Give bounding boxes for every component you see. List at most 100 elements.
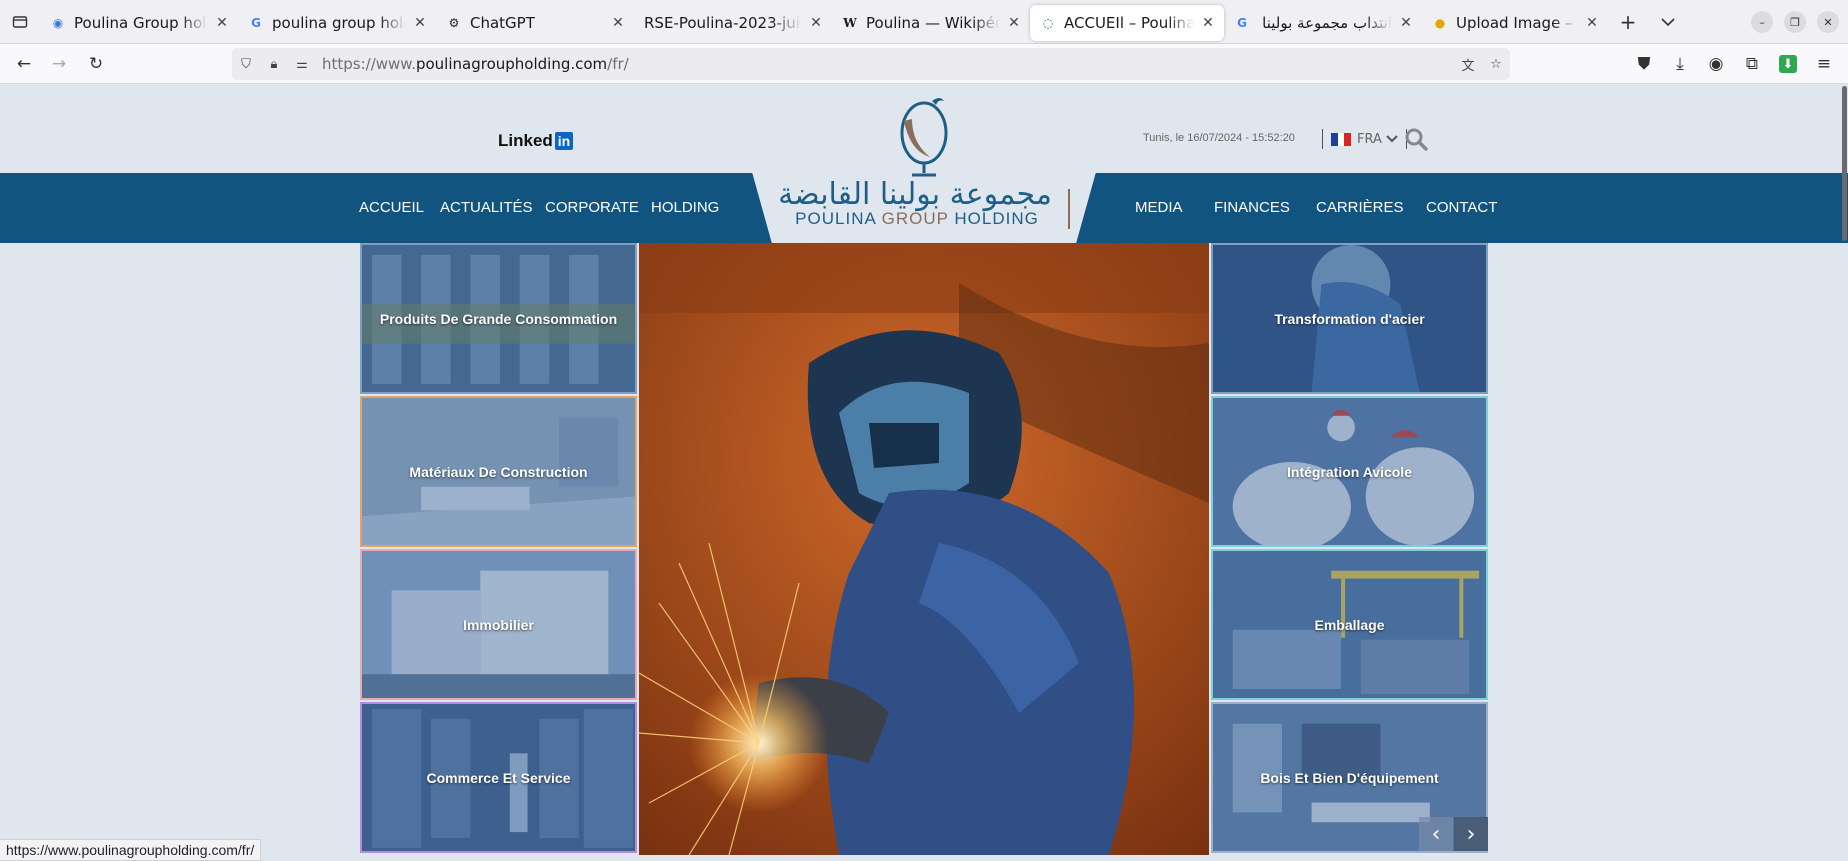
navigation-toolbar: ← → ↻ ⛉ 🔒︎ ⚌ https://www.poulinagrouphol…	[0, 44, 1848, 84]
logo-word-group: GROUP	[881, 209, 955, 228]
nav-media[interactable]: MEDIA	[1135, 173, 1183, 243]
poulina-logo-icon[interactable]	[882, 93, 962, 181]
close-tab-icon[interactable]: ✕	[1006, 15, 1022, 31]
tab[interactable]: W Poulina — Wikipédia ✕	[832, 5, 1030, 41]
chatgpt-icon: ⚙	[448, 15, 460, 30]
tab[interactable]: ● Upload Image – remo ✕	[1422, 5, 1608, 41]
close-tab-icon[interactable]: ✕	[1398, 15, 1414, 31]
back-arrow-icon: ←	[16, 54, 32, 74]
page-scrollbar[interactable]	[1842, 86, 1847, 241]
tile-label: Transformation d'acier	[1274, 310, 1425, 327]
linkedin-link[interactable]: Linked in	[498, 131, 574, 151]
logo-divider	[1068, 189, 1070, 229]
tab-overflow-button[interactable]	[1648, 0, 1688, 44]
hamburger-menu-icon: ≡	[1816, 54, 1832, 74]
extensions-button[interactable]: ⧉	[1740, 52, 1764, 76]
nav-accueil[interactable]: ACCUEIL	[359, 173, 424, 243]
tile-produits-grande-consommation[interactable]: Produits De Grande Consommation	[360, 243, 637, 394]
green-download-icon: ⬇	[1779, 55, 1797, 73]
welder-illustration	[639, 243, 1209, 855]
tab-bar: ◉ Poulina Group holdin ✕ G poulina group…	[0, 0, 1848, 44]
language-selector[interactable]: FRA	[1322, 129, 1407, 149]
tile-immobilier[interactable]: Immobilier	[360, 549, 637, 700]
slider-next-button[interactable]: ›	[1454, 817, 1488, 851]
nav-carrieres[interactable]: CARRIÈRES	[1316, 173, 1404, 243]
close-tab-icon[interactable]: ✕	[1200, 15, 1216, 31]
close-tab-icon[interactable]: ✕	[610, 15, 626, 31]
forward-button[interactable]: →	[47, 52, 71, 76]
nav-corporate[interactable]: CORPORATE	[545, 173, 639, 243]
plus-icon: +	[1619, 9, 1637, 34]
permissions-icon[interactable]: ⚌	[288, 57, 316, 72]
google-icon: G	[251, 15, 261, 30]
new-tab-button[interactable]: +	[1608, 0, 1648, 44]
tile-transformation-acier[interactable]: Transformation d'acier	[1211, 243, 1488, 394]
pocket-icon: ⛊	[1637, 54, 1651, 74]
tile-label: Intégration Avicole	[1287, 463, 1412, 480]
tabs-list-icon	[12, 15, 28, 28]
account-icon: ◉	[1708, 54, 1724, 74]
close-tab-icon[interactable]: ✕	[808, 15, 824, 31]
downloads-button[interactable]: ⤓	[1668, 52, 1692, 76]
tile-label: Immobilier	[463, 616, 534, 633]
close-tab-icon[interactable]: ✕	[412, 15, 428, 31]
tab[interactable]: G انتداب مجموعة بولينا ✕	[1224, 5, 1422, 41]
bookmark-star-icon[interactable]: ☆	[1482, 57, 1510, 72]
nav-contact[interactable]: CONTACT	[1426, 173, 1497, 243]
search-icon[interactable]	[1404, 127, 1428, 151]
language-label: FRA	[1357, 131, 1382, 147]
logo-english-text: POULINA GROUP HOLDING	[772, 209, 1062, 229]
linkedin-icon: in	[554, 132, 574, 150]
tab[interactable]: RSE-Poulina-2023-juin-2 ✕	[634, 5, 832, 41]
logo-word-holding: HOLDING	[954, 209, 1039, 228]
tab-title: ChatGPT	[470, 13, 535, 32]
nav-finances[interactable]: FINANCES	[1214, 173, 1290, 243]
restore-button[interactable]: ❐	[1784, 11, 1806, 33]
tab-title: Upload Image – remo	[1456, 13, 1578, 32]
globe-icon: ◉	[52, 15, 64, 30]
tile-label: Commerce Et Service	[426, 769, 571, 786]
chevron-down-icon	[1386, 135, 1398, 143]
chevron-left-icon: ‹	[1431, 821, 1441, 847]
forward-arrow-icon: →	[51, 54, 67, 74]
close-tab-icon[interactable]: ✕	[214, 15, 230, 31]
list-all-tabs-button[interactable]	[0, 0, 40, 44]
close-tab-icon[interactable]: ✕	[1584, 15, 1600, 31]
tab-title: RSE-Poulina-2023-juin-2	[644, 13, 802, 32]
tab-active[interactable]: ◌ ACCUEIl – Poulina Gr ✕	[1030, 4, 1224, 41]
tab[interactable]: ⚙ ChatGPT ✕	[436, 5, 634, 41]
poulina-icon: ◌	[1042, 15, 1054, 30]
france-flag-icon	[1331, 132, 1352, 146]
slider-prev-button[interactable]: ‹	[1419, 817, 1453, 851]
tile-emballage[interactable]: Emballage	[1211, 549, 1488, 700]
tile-integration-avicole[interactable]: Intégration Avicole	[1211, 396, 1488, 547]
reload-button[interactable]: ↻	[84, 52, 108, 76]
minimize-button[interactable]: –	[1751, 11, 1773, 33]
url-text[interactable]: https://www.poulinagroupholding.com/fr/	[322, 55, 629, 73]
download-icon: ⤓	[1676, 54, 1684, 74]
linkedin-text: Linked	[498, 131, 553, 150]
tab-title: poulina group holdin	[272, 13, 406, 32]
extension-download-button[interactable]: ⬇	[1776, 52, 1800, 76]
address-bar[interactable]: ⛉ 🔒︎ ⚌ https://www.poulinagroupholding.c…	[232, 48, 1510, 80]
close-icon: ✕	[1823, 15, 1833, 29]
business-sectors-grid: Produits De Grande Consommation Matériau…	[360, 243, 1488, 855]
shield-icon[interactable]: ⛉	[232, 57, 260, 72]
lock-icon[interactable]: 🔒︎	[260, 57, 288, 72]
translate-icon[interactable]: 文	[1454, 55, 1482, 74]
puzzle-icon: ⧉	[1745, 54, 1759, 74]
tab[interactable]: ◉ Poulina Group holdin ✕	[40, 5, 238, 41]
menu-button[interactable]: ≡	[1812, 52, 1836, 76]
nav-actualites[interactable]: ACTUALITÉS	[440, 173, 533, 243]
tab[interactable]: G poulina group holdin ✕	[238, 5, 436, 41]
back-button[interactable]: ←	[12, 52, 36, 76]
close-window-button[interactable]: ✕	[1817, 11, 1839, 33]
account-button[interactable]: ◉	[1704, 52, 1728, 76]
url-host: poulinagroupholding.com	[415, 55, 608, 73]
reload-icon: ↻	[88, 54, 104, 74]
tile-commerce-service[interactable]: Commerce Et Service	[360, 702, 637, 853]
nav-holding[interactable]: HOLDING	[651, 173, 719, 243]
hero-welder-image	[639, 243, 1209, 855]
pocket-button[interactable]: ⛊	[1632, 52, 1656, 76]
tile-materiaux-construction[interactable]: Matériaux De Construction	[360, 396, 637, 547]
